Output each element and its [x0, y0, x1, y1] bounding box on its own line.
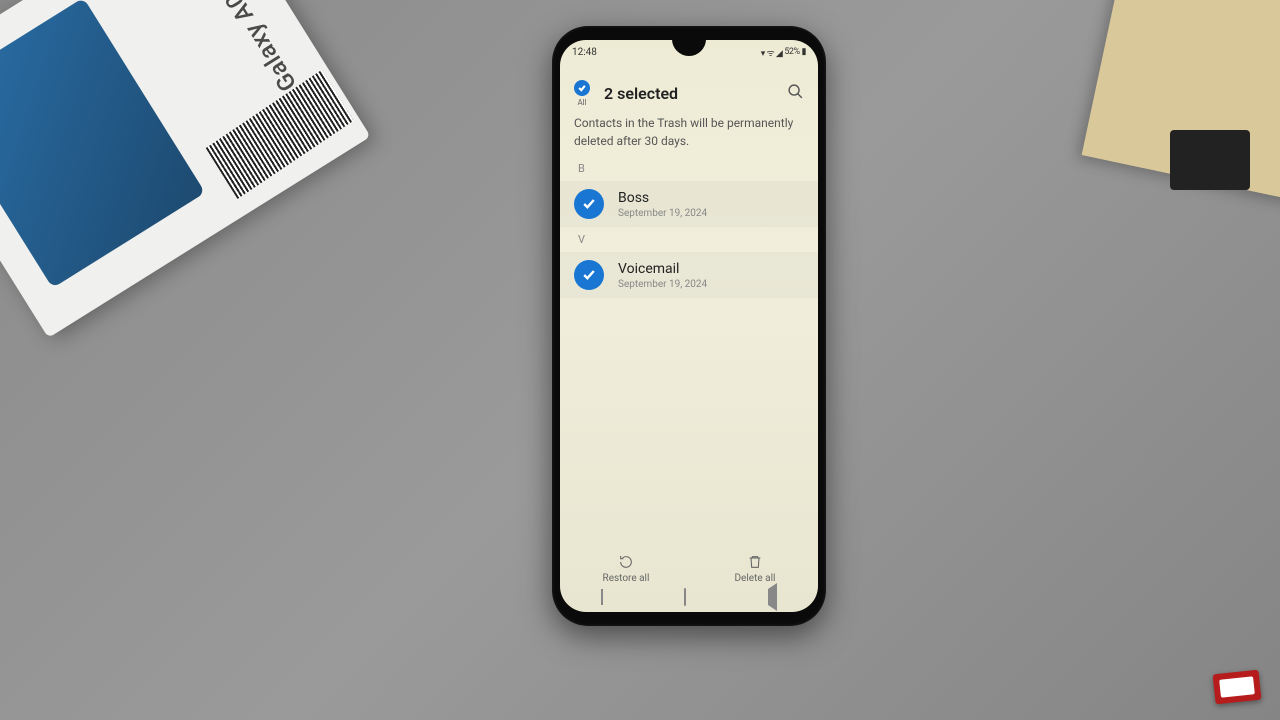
- nav-bar: [560, 586, 818, 608]
- status-icons: ▾ ᯤ ◢ 52% ▮: [761, 46, 806, 59]
- contact-list[interactable]: B Boss September 19, 2024 V: [560, 158, 818, 300]
- section-header: B: [560, 158, 818, 181]
- battery-text: 52%: [784, 47, 799, 57]
- checkmark-selected-icon: [574, 189, 604, 219]
- wifi-icon: ▾ ᯤ ◢: [761, 46, 783, 59]
- nav-back-button[interactable]: [768, 589, 777, 605]
- app-header: All 2 selected: [560, 74, 818, 113]
- contact-name: Voicemail: [618, 261, 707, 277]
- trash-info-text: Contacts in the Trash will be permanentl…: [574, 114, 804, 150]
- product-box: Galaxy A06: [0, 0, 371, 338]
- contact-deleted-date: September 19, 2024: [618, 279, 707, 290]
- list-item-content: Voicemail September 19, 2024: [618, 261, 707, 290]
- bottom-action-bar: Restore all Delete all: [560, 554, 818, 584]
- list-item[interactable]: Boss September 19, 2024: [560, 181, 818, 227]
- desk-scene: Galaxy A06 12:48 ▾ ᯤ ◢ 52% ▮ All: [0, 0, 1280, 720]
- home-icon: [684, 588, 686, 606]
- checkmark-selected-icon: [574, 260, 604, 290]
- channel-badge: [1213, 670, 1262, 705]
- restore-icon: [618, 554, 634, 570]
- status-time: 12:48: [572, 47, 597, 58]
- contact-deleted-date: September 19, 2024: [618, 208, 707, 219]
- battery-icon: ▮: [802, 47, 806, 57]
- section-header: V: [560, 229, 818, 252]
- nav-recents-button[interactable]: [601, 589, 603, 605]
- check-circle-icon: [574, 80, 590, 96]
- trash-icon: [747, 554, 763, 570]
- list-item[interactable]: Voicemail September 19, 2024: [560, 252, 818, 298]
- contact-name: Boss: [618, 190, 707, 206]
- back-icon: [768, 583, 777, 611]
- search-button[interactable]: [787, 83, 804, 104]
- recents-icon: [601, 589, 603, 605]
- nav-home-button[interactable]: [684, 589, 686, 605]
- select-all-label: All: [577, 98, 586, 107]
- box-front: [0, 0, 205, 288]
- restore-label: Restore all: [603, 573, 650, 584]
- phone-screen: 12:48 ▾ ᯤ ◢ 52% ▮ All 2 selected: [560, 40, 818, 612]
- search-icon: [787, 83, 804, 100]
- box-model-text: Galaxy A06: [211, 0, 302, 97]
- delete-all-button[interactable]: Delete all: [734, 554, 775, 584]
- phone-frame: 12:48 ▾ ᯤ ◢ 52% ▮ All 2 selected: [552, 26, 826, 626]
- restore-all-button[interactable]: Restore all: [603, 554, 650, 584]
- clamp: [1170, 130, 1250, 190]
- list-item-content: Boss September 19, 2024: [618, 190, 707, 219]
- selection-count-title: 2 selected: [604, 84, 678, 103]
- select-all-toggle[interactable]: All: [574, 80, 590, 107]
